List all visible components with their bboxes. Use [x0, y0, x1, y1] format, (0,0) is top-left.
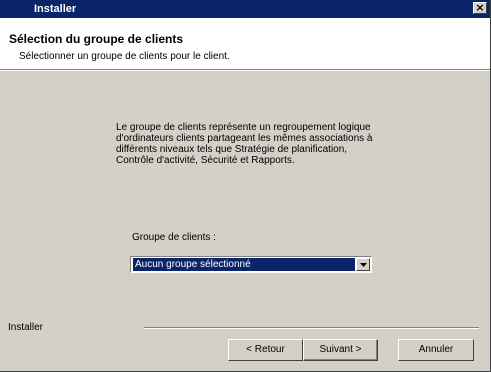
next-button[interactable]: Suivant > [303, 339, 378, 361]
header-panel: Sélection du groupe de clients Sélection… [0, 18, 490, 69]
window-title: Installer [34, 3, 77, 15]
header-separator [0, 69, 490, 71]
installer-window: Installer × Sélection du groupe de clien… [0, 0, 491, 372]
client-group-label: Groupe de clients : [132, 232, 216, 243]
close-button[interactable]: × [473, 2, 487, 14]
cancel-button[interactable]: Annuler [398, 339, 474, 361]
footer-separator [144, 327, 479, 329]
client-group-selected-value[interactable]: Aucun groupe sélectionné [132, 257, 356, 272]
page-subtitle: Sélectionner un groupe de clients pour l… [19, 51, 230, 62]
chevron-down-icon [360, 263, 367, 267]
description-text: Le groupe de clients représente un regro… [116, 122, 373, 166]
back-button[interactable]: < Retour [228, 339, 303, 361]
client-group-dropdown[interactable]: Aucun groupe sélectionné [130, 256, 372, 273]
footer-label: Installer [8, 322, 44, 333]
page-title: Sélection du groupe de clients [9, 32, 184, 46]
title-bar[interactable]: Installer × [0, 0, 490, 18]
dropdown-arrow-button[interactable] [356, 258, 370, 271]
